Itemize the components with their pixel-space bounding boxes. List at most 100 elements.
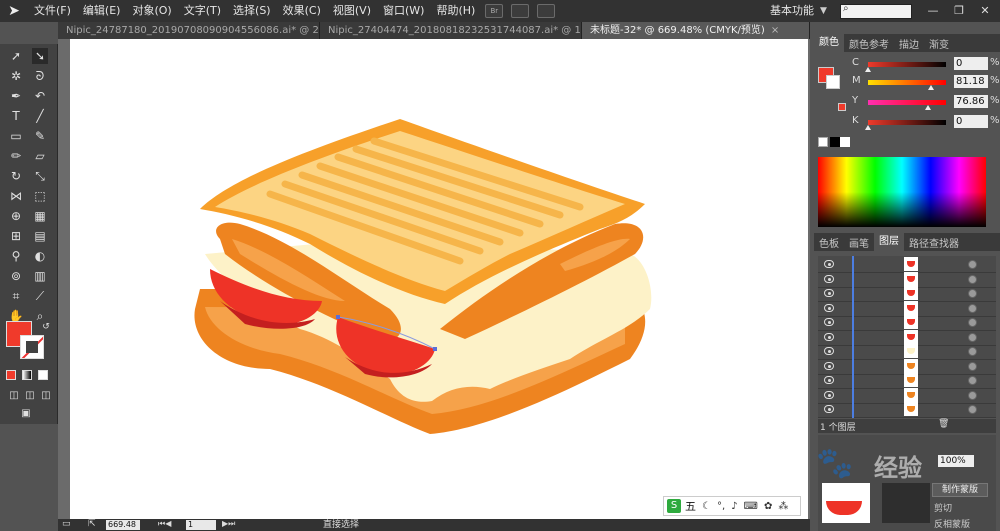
type-tool-icon[interactable]: T — [8, 108, 24, 124]
slider-track[interactable] — [868, 120, 946, 125]
moon-icon[interactable]: ☾ — [702, 501, 711, 512]
eye-icon[interactable] — [824, 260, 834, 268]
target-icon[interactable] — [968, 260, 977, 269]
tab-swatches[interactable]: 色板 — [814, 235, 844, 250]
eye-icon[interactable] — [824, 347, 834, 355]
slice-tool-icon[interactable]: ⟋ — [32, 288, 48, 304]
canvas-area[interactable] — [58, 39, 810, 519]
menu-effect[interactable]: 效果(C) — [277, 0, 327, 22]
black-swatch[interactable] — [830, 137, 840, 147]
invert-mask-checkbox[interactable]: 反相蒙版 — [934, 517, 970, 530]
menu-select[interactable]: 选择(S) — [227, 0, 277, 22]
perspective-grid-tool-icon[interactable]: ▦ — [32, 208, 48, 224]
out-of-gamut-swatch[interactable] — [838, 103, 846, 111]
lasso-tool-icon[interactable]: ᘐ — [32, 68, 48, 84]
target-icon[interactable] — [968, 318, 977, 327]
eye-icon[interactable] — [824, 303, 834, 312]
slider-thumb[interactable] — [928, 85, 935, 90]
pen-tool-icon[interactable]: ✒ — [8, 88, 24, 104]
gradient-tool-icon[interactable]: ▤ — [32, 228, 48, 244]
eyedropper-tool-icon[interactable]: ⚲ — [8, 248, 24, 264]
grid-icon[interactable]: ⁂ — [778, 501, 788, 512]
eye-icon[interactable] — [824, 274, 834, 283]
clip-checkbox[interactable]: 剪切 — [934, 501, 952, 514]
eye-icon[interactable] — [824, 318, 834, 326]
screen-mode-icon[interactable]: ▣ — [18, 406, 34, 422]
menu-type[interactable]: 文字(T) — [178, 0, 227, 22]
swap-colors-icon[interactable]: ↺ — [38, 319, 54, 335]
rectangle-tool-icon[interactable]: ▭ — [8, 128, 24, 144]
eye-icon[interactable] — [824, 405, 834, 413]
export-icon[interactable]: ⇱ — [88, 519, 96, 529]
next-page-icon[interactable]: ▶⏭ — [222, 519, 235, 529]
target-icon[interactable] — [968, 347, 977, 356]
panel-stroke-swatch[interactable] — [826, 75, 840, 89]
column-graph-tool-icon[interactable]: ▥ — [32, 268, 48, 284]
layer-row[interactable] — [818, 401, 996, 418]
none-swatch[interactable] — [818, 137, 828, 147]
selection-tool-icon[interactable]: ➚ — [8, 48, 24, 64]
eye-icon[interactable] — [824, 289, 834, 297]
tab-stroke[interactable]: 描边 — [894, 36, 924, 51]
artboard-tool-icon[interactable]: ⌗ — [8, 288, 24, 304]
none-mode-icon[interactable] — [38, 370, 48, 380]
shape-builder-tool-icon[interactable]: ⊕ — [8, 208, 24, 224]
paintbrush-tool-icon[interactable]: ✎ — [32, 128, 48, 144]
menu-object[interactable]: 对象(O) — [126, 0, 177, 22]
tab-gradient[interactable]: 渐变 — [924, 36, 954, 51]
target-icon[interactable] — [968, 376, 977, 385]
mic-icon[interactable]: ♪ — [731, 501, 737, 512]
target-icon[interactable] — [968, 332, 977, 342]
gpu-performance-icon[interactable] — [537, 4, 556, 18]
search-input[interactable] — [840, 4, 912, 19]
menu-edit[interactable]: 编辑(E) — [77, 0, 127, 22]
tab-document-2[interactable]: Nipic_27404474_20180818232531744087.ai* … — [320, 22, 582, 39]
target-icon[interactable] — [968, 361, 977, 371]
tab-pathfinder[interactable]: 路径查找器 — [904, 235, 964, 250]
slider-thumb[interactable] — [865, 125, 871, 130]
menu-help[interactable]: 帮助(H) — [430, 0, 481, 22]
minimize-button[interactable]: — — [922, 2, 944, 20]
scale-tool-icon[interactable]: ⤡ — [32, 168, 48, 184]
slider-cyan[interactable]: C 0 % — [852, 57, 1000, 72]
slider-track[interactable] — [868, 100, 946, 105]
close-button[interactable]: ✕ — [974, 2, 996, 20]
slider-value[interactable]: 0 — [954, 57, 988, 70]
white-swatch[interactable] — [840, 137, 850, 147]
draw-behind-icon[interactable]: ◫ — [22, 388, 38, 404]
tab-document-1[interactable]: Nipic_24787180_20190708090904556086.ai* … — [58, 22, 320, 39]
slider-thumb[interactable] — [865, 67, 871, 72]
slider-black[interactable]: K 0 % — [852, 115, 1000, 130]
trash-icon[interactable]: 🗑 — [938, 419, 949, 429]
rotate-tool-icon[interactable]: ↻ — [8, 168, 24, 184]
draw-normal-icon[interactable]: ◫ — [6, 388, 22, 404]
eye-icon[interactable] — [824, 361, 834, 370]
menu-view[interactable]: 视图(V) — [327, 0, 377, 22]
current-tool-status[interactable]: 直接选择 — [323, 519, 359, 531]
tab-color-guide[interactable]: 颜色参考 — [844, 36, 894, 51]
arrange-documents-icon[interactable] — [511, 4, 530, 18]
mask-thumbnail[interactable] — [882, 483, 930, 523]
draw-inside-icon[interactable]: ◫ — [38, 388, 54, 404]
free-transform-tool-icon[interactable]: ⬚ — [32, 188, 48, 204]
bridge-icon[interactable]: Br — [485, 4, 504, 18]
eye-icon[interactable] — [824, 390, 834, 399]
menu-file[interactable]: 文件(F) — [28, 0, 77, 22]
target-icon[interactable] — [968, 303, 977, 313]
punctuation-icon[interactable]: °, — [717, 501, 725, 512]
slider-value[interactable]: 76.86 — [954, 95, 988, 108]
tab-color[interactable]: 颜色 — [814, 34, 844, 52]
direct-selection-tool-icon[interactable]: ➘ — [32, 48, 48, 64]
pencil-tool-icon[interactable]: ✏ — [8, 148, 24, 164]
target-icon[interactable] — [968, 405, 977, 414]
line-tool-icon[interactable]: ╱ — [32, 108, 48, 124]
tab-document-3[interactable]: 未标题-32* @ 669.48% (CMYK/预览) × — [582, 22, 810, 39]
target-icon[interactable] — [968, 274, 977, 284]
page-field[interactable]: 1 — [186, 520, 216, 530]
maximize-button[interactable]: ❐ — [948, 2, 970, 20]
slider-magenta[interactable]: M 81.18 % — [852, 75, 1000, 90]
curvature-tool-icon[interactable]: ↶ — [32, 88, 48, 104]
color-mode-icon[interactable] — [6, 370, 16, 380]
eraser-tool-icon[interactable]: ▱ — [32, 148, 48, 164]
skin-icon[interactable]: ✿ — [764, 501, 772, 512]
